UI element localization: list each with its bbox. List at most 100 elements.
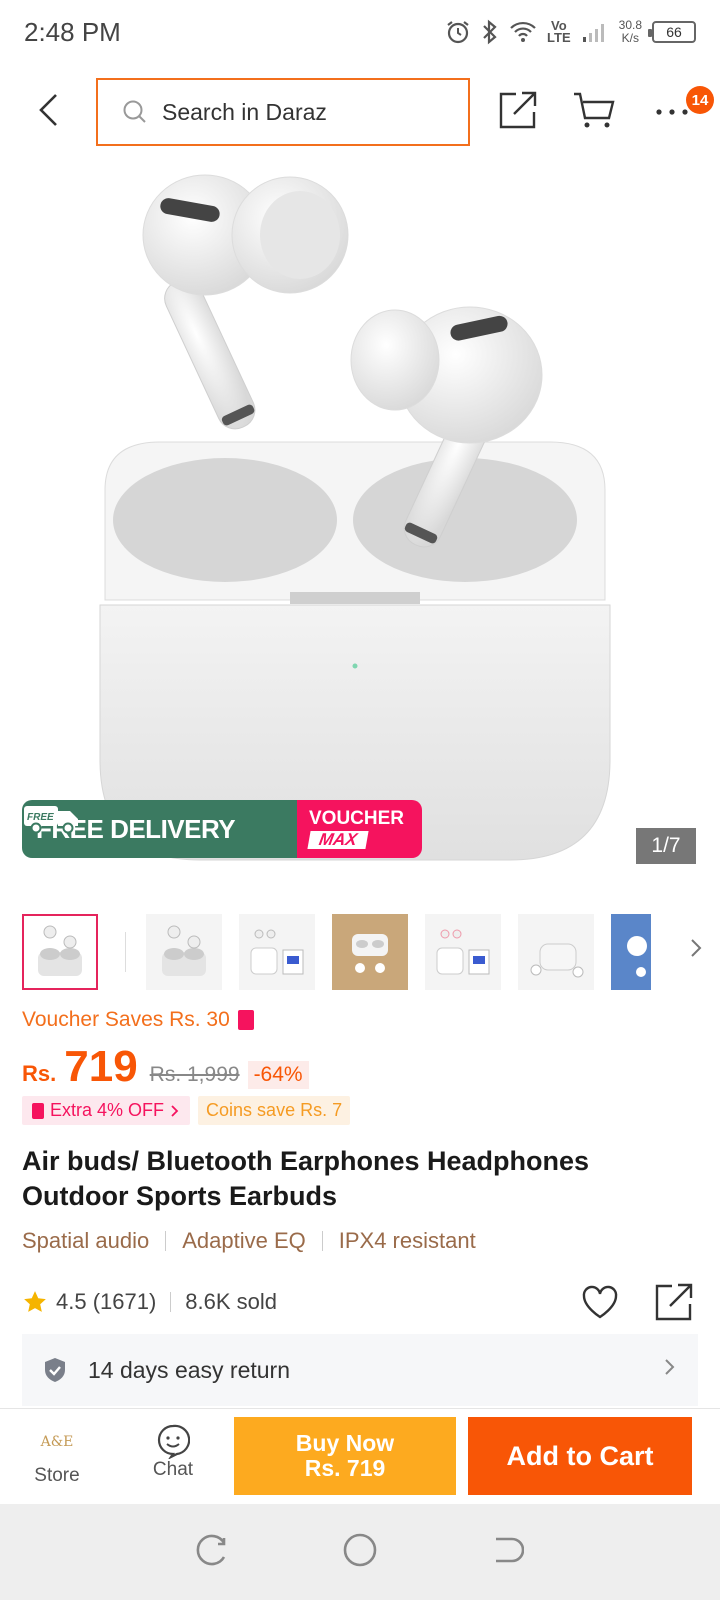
extra-off-tag[interactable]: Extra 4% OFF — [22, 1096, 191, 1125]
alarm-icon — [447, 21, 469, 44]
heart-icon — [582, 1285, 618, 1319]
share-icon — [499, 91, 537, 129]
return-policy-row[interactable]: 14 days easy return — [22, 1334, 698, 1406]
extra-off-label: Extra 4% OFF — [50, 1100, 165, 1120]
svg-text:FREE: FREE — [27, 812, 54, 823]
store-label: Store — [34, 1465, 80, 1486]
rating-value[interactable]: 4.5 (1671) — [56, 1289, 156, 1315]
wishlist-button[interactable] — [580, 1282, 620, 1328]
thumbnail-6[interactable] — [518, 914, 594, 990]
bottom-action-bar: A&E Store Chat Buy Now Rs. 719 Add to Ca… — [0, 1408, 720, 1504]
search-input[interactable]: Search in Daraz — [96, 78, 470, 146]
voucher-icon — [237, 1010, 254, 1030]
free-delivery-badge: FREE FREE DELIVERY — [22, 800, 297, 858]
chevron-right-icon — [691, 939, 702, 957]
signal-icon — [582, 24, 604, 42]
feature-divider — [321, 1231, 323, 1251]
thumbnail-divider — [125, 932, 126, 972]
back-nav-icon — [496, 1537, 525, 1562]
thumbnail-3[interactable] — [239, 914, 315, 990]
product-image — [99, 174, 611, 861]
home-circle-icon — [343, 1533, 377, 1566]
feature-item: Spatial audio — [22, 1228, 150, 1253]
add-to-cart-button[interactable]: Add to Cart — [468, 1417, 692, 1495]
back-nav-button[interactable] — [490, 1533, 525, 1572]
price-currency: Rs. — [22, 1061, 57, 1086]
bluetooth-icon — [483, 19, 497, 45]
cart-button[interactable] — [572, 90, 616, 135]
share-icon — [655, 1283, 693, 1321]
promo-banner: FREE FREE DELIVERY VOUCHER MAX — [22, 800, 422, 858]
thumbnail-strip[interactable] — [22, 914, 712, 990]
feature-divider — [165, 1231, 167, 1251]
original-price: Rs. 1,999 — [149, 1063, 240, 1086]
status-bar: 2:48 PM Vo LTE 30.8 K/s 66 — [0, 0, 720, 64]
thumbnail-image — [162, 925, 206, 976]
thumbnail-4[interactable] — [332, 914, 408, 990]
status-icons: Vo LTE 30.8 K/s 66 — [445, 19, 696, 45]
battery-indicator: 66 — [648, 21, 696, 43]
thumbnail-2[interactable] — [146, 914, 222, 990]
thumbnail-image — [38, 925, 82, 976]
rating-divider — [170, 1292, 172, 1312]
shield-check-icon — [45, 1358, 65, 1382]
voucher-savings-label: Voucher Saves Rs. 30 — [22, 1008, 230, 1031]
price-row: Rs. 719 Rs. 1,999 -64% — [22, 1042, 309, 1092]
cart-icon — [574, 92, 615, 128]
chat-button[interactable]: Chat — [130, 1423, 216, 1493]
offer-tags: Extra 4% OFF Coins save Rs. 7 — [22, 1096, 351, 1125]
delivery-truck-icon: FREE — [24, 806, 78, 834]
return-chevron — [664, 1357, 676, 1383]
feature-item: Adaptive EQ — [182, 1228, 306, 1253]
feature-item: IPX4 resistant — [338, 1228, 476, 1253]
system-navigation-bar — [0, 1504, 720, 1600]
notification-badge: 14 — [686, 86, 714, 114]
search-placeholder: Search in Daraz — [162, 98, 327, 125]
thumbnail-5[interactable] — [425, 914, 501, 990]
feature-list: Spatial audio Adaptive EQ IPX4 resistant — [22, 1228, 476, 1254]
thumbnail-next-button[interactable] — [690, 938, 702, 964]
share-product-button[interactable] — [654, 1282, 694, 1328]
voucher-max-label: MAX — [307, 830, 369, 849]
wifi-icon — [510, 21, 536, 42]
chevron-right-icon — [665, 1359, 675, 1375]
voucher-icon — [32, 1102, 44, 1119]
recent-apps-icon — [196, 1534, 226, 1565]
search-icon — [123, 100, 146, 123]
voucher-savings[interactable]: Voucher Saves Rs. 30 — [22, 1008, 254, 1032]
thumbnail-image — [627, 936, 647, 977]
recent-apps-button[interactable] — [196, 1533, 230, 1572]
top-header: Search in Daraz 14 — [0, 76, 720, 146]
chevron-left-icon — [39, 94, 57, 126]
chevron-right-icon — [171, 1104, 179, 1117]
voucher-label: VOUCHER — [309, 808, 405, 829]
sold-count: 8.6K sold — [185, 1289, 278, 1314]
back-button[interactable] — [30, 90, 66, 130]
rating-row: 4.5 (1671) 8.6K sold — [22, 1282, 698, 1322]
return-policy-label: 14 days easy return — [88, 1356, 291, 1383]
current-price: 719 — [64, 1042, 138, 1091]
thumbnail-7[interactable] — [611, 914, 651, 990]
thumbnail-image — [530, 943, 584, 978]
status-time: 2:48 PM — [24, 16, 121, 47]
thumbnail-image — [352, 934, 388, 973]
more-dots-icon — [656, 109, 688, 115]
thumbnail-1[interactable] — [22, 914, 98, 990]
chat-icon — [157, 1424, 190, 1459]
star-icon — [24, 1291, 46, 1312]
net-speed: 30.8 K/s — [618, 18, 642, 45]
thumbnail-image — [436, 929, 490, 975]
discount-badge: -64% — [247, 1061, 309, 1089]
share-button[interactable] — [498, 90, 538, 135]
home-button[interactable] — [342, 1532, 378, 1573]
coins-save-tag: Coins save Rs. 7 — [198, 1096, 351, 1125]
voucher-max-badge: VOUCHER MAX — [297, 800, 422, 858]
buy-now-label: Buy Now — [295, 1430, 395, 1456]
product-image-gallery[interactable]: FREE FREE DELIVERY VOUCHER MAX 1/7 — [0, 160, 720, 880]
product-title: Air buds/ Bluetooth Earphones Headphones… — [22, 1146, 590, 1211]
store-button[interactable]: A&E Store — [14, 1423, 100, 1493]
thumbnail-image — [250, 929, 304, 975]
buy-now-button[interactable]: Buy Now Rs. 719 — [234, 1417, 456, 1495]
buy-now-price: Rs. 719 — [304, 1455, 386, 1481]
store-logo: A&E — [40, 1434, 74, 1450]
